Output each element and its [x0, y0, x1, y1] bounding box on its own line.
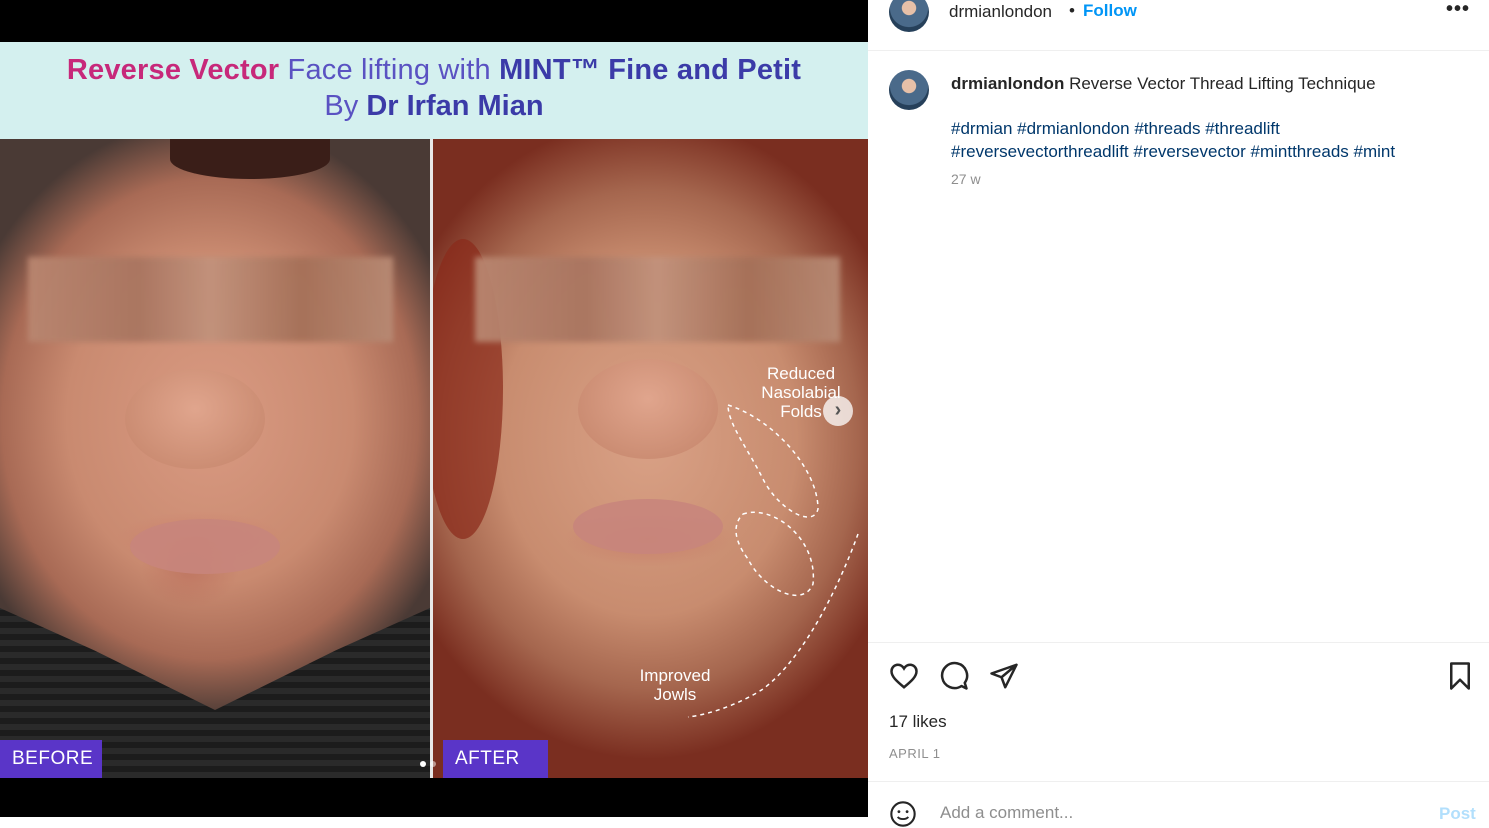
before-photo: BEFORE	[0, 139, 430, 778]
eyes-blur	[28, 257, 393, 342]
bookmark-icon[interactable]	[1445, 661, 1475, 691]
carousel-dot	[420, 761, 426, 767]
post-header: drmianlondon • Follow •••	[868, 0, 1489, 51]
carousel-next-button[interactable]: ›	[823, 396, 853, 426]
media-banner: Reverse Vector Face lifting with MINT™ F…	[0, 42, 868, 139]
carousel-dots	[420, 754, 440, 772]
carousel-dot	[430, 761, 436, 767]
caption-username[interactable]: drmianlondon	[951, 74, 1064, 93]
lips	[130, 519, 280, 574]
banner-subtitle: By Dr Irfan Mian	[0, 90, 868, 123]
caption-age: 27 w	[951, 171, 981, 187]
hashtags-line[interactable]: #reversevectorthreadlift #reversevector …	[951, 140, 1451, 163]
caption-text: drmianlondon Reverse Vector Thread Lifti…	[951, 73, 1451, 95]
banner-title-part3: MINT™ Fine and Petit	[499, 54, 802, 86]
after-label: AFTER	[443, 740, 548, 778]
before-label: BEFORE	[0, 740, 102, 778]
banner-title: Reverse Vector Face lifting with MINT™ F…	[0, 54, 868, 87]
header-separator: •	[1069, 1, 1075, 20]
heart-icon[interactable]	[889, 661, 919, 691]
hair	[170, 139, 330, 179]
nose	[125, 369, 265, 469]
post-side-panel: drmianlondon • Follow ••• drmianlondon R…	[868, 0, 1489, 827]
header-username[interactable]: drmianlondon	[949, 2, 1052, 22]
banner-title-part2: Face lifting with	[287, 54, 491, 86]
caption-avatar[interactable]	[889, 70, 929, 110]
post-date: APRIL 1	[889, 746, 941, 761]
more-options-button[interactable]: •••	[1446, 0, 1470, 21]
post-comment-button[interactable]: Post	[1439, 804, 1476, 824]
after-photo: Reduced Nasolabial Folds Improved Jowls …	[433, 139, 868, 778]
banner-subtitle-part2: Dr Irfan Mian	[366, 90, 544, 122]
banner-subtitle-part1: By	[324, 90, 359, 122]
chevron-right-icon: ›	[834, 399, 842, 421]
caption-hashtags: #drmian #drmianlondon #threads #threadli…	[951, 117, 1451, 163]
post-actions: 17 likes APRIL 1	[868, 642, 1489, 783]
annotation-jowls: Improved Jowls	[639, 666, 711, 704]
avatar[interactable]	[889, 0, 929, 32]
comment-input[interactable]	[938, 802, 1402, 824]
emoji-icon[interactable]	[889, 800, 917, 828]
follow-button[interactable]: Follow	[1083, 1, 1137, 21]
hashtags-line[interactable]: #drmian #drmianlondon #threads #threadli…	[951, 117, 1451, 140]
caption-body: Reverse Vector Thread Lifting Technique	[1069, 74, 1376, 93]
banner-title-part1: Reverse Vector	[66, 54, 280, 86]
likes-count[interactable]: 17 likes	[889, 712, 947, 732]
share-icon[interactable]	[989, 661, 1019, 691]
post-media[interactable]: Reverse Vector Face lifting with MINT™ F…	[0, 0, 868, 817]
comment-bar: Post	[868, 781, 1489, 827]
comment-icon[interactable]	[939, 661, 969, 691]
